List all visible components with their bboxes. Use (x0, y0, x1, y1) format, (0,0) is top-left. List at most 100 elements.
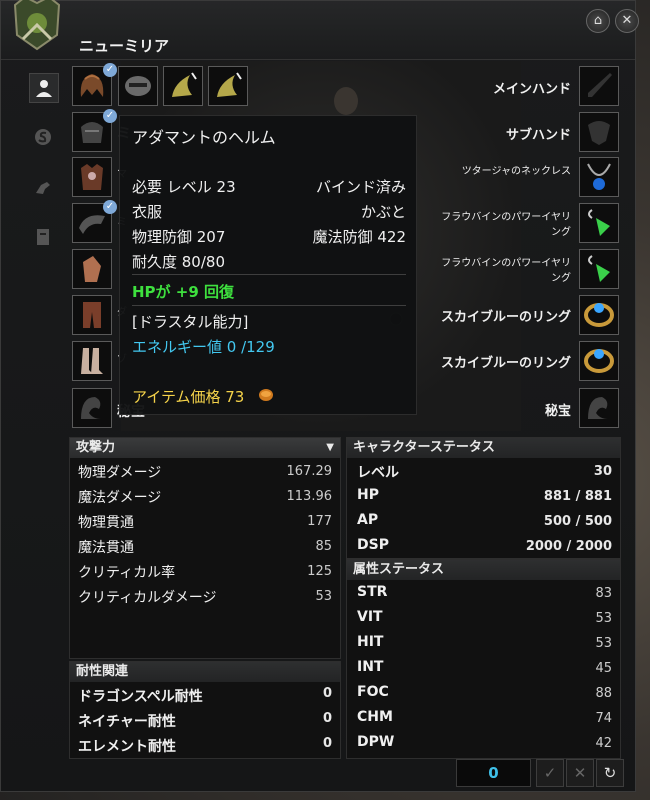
slot-label-necklace: ツタージャのネックレス (461, 166, 571, 177)
stat-label: レベル (357, 465, 399, 481)
stat-value: 83 (595, 586, 612, 601)
required-level: 必要 レベル 23 (132, 178, 236, 196)
armor-icon (81, 164, 103, 190)
divider (132, 305, 406, 306)
item-subtype: かぶと (360, 203, 406, 221)
currency-icon (35, 129, 51, 145)
earring-icon (588, 209, 610, 236)
equipped-check-icon: ✓ (103, 200, 117, 214)
stat-label: クリティカル率 (78, 565, 176, 581)
lock-button[interactable]: ⌂ (586, 9, 610, 33)
equipped-check-icon: ✓ (103, 109, 117, 123)
equip-slot-off-hand[interactable] (579, 112, 619, 152)
durability: 耐久度 80/80 (132, 253, 225, 271)
stat-value: 74 (595, 711, 612, 726)
equip-slot-artifact-left[interactable] (72, 388, 112, 428)
stat-value: 2000 / 2000 (525, 539, 612, 554)
stat-points-counter: 0 (456, 759, 531, 787)
stat-value: 45 (595, 661, 612, 676)
document-tab[interactable] (29, 223, 57, 251)
stat-value: 500 / 500 (543, 514, 612, 529)
shield-icon (588, 121, 610, 145)
mount-tab[interactable] (29, 173, 57, 201)
equip-slot-artifact-right[interactable] (579, 388, 619, 428)
stat-label: STR (357, 584, 388, 600)
equip-slot-ornament-1[interactable] (163, 66, 203, 106)
equip-slot-face[interactable] (118, 66, 158, 106)
mask-icon (125, 76, 151, 96)
stat-value: 53 (595, 636, 612, 651)
stat-label: VIT (357, 609, 383, 625)
sword-icon (588, 73, 612, 97)
boots-icon (81, 348, 103, 374)
attr-status-header: 属性ステータス (347, 560, 620, 580)
equip-slot-earring-2[interactable] (579, 249, 619, 289)
confirm-button[interactable]: ✓ (536, 759, 564, 787)
stat-value: 88 (595, 686, 612, 701)
slot-label-ring-2: スカイブルーのリング (440, 356, 571, 371)
equip-slot-ornament-2[interactable] (208, 66, 248, 106)
char-status-header: キャラクターステータス (347, 438, 620, 458)
equip-slot-boots[interactable] (72, 341, 112, 381)
stat-value: 0 (322, 711, 332, 726)
attack-panel: 攻撃力 ▼ 物理ダメージ 167.29 魔法ダメージ 113.96 物理貫通 1… (69, 437, 341, 659)
equipped-check-icon: ✓ (103, 63, 117, 77)
slot-label-main-hand: メインハンド (492, 82, 571, 97)
attack-dropdown[interactable]: 攻撃力 ▼ (70, 438, 340, 458)
stat-value: 85 (315, 539, 332, 554)
mount-icon (36, 182, 50, 194)
attack-header: 攻撃力 (76, 440, 116, 455)
close-icon: ✕ (621, 13, 633, 28)
slot-label-off-hand: サブハンド (505, 128, 571, 143)
slot-label-artifact-right: 秘宝 (544, 404, 571, 419)
equip-slot-ring-2[interactable] (579, 341, 619, 381)
lock-icon: ⌂ (593, 13, 603, 28)
slot-label-earring-1: フラウバインのパワーイヤリング (441, 212, 571, 238)
item-effect: HPが +9 回復 (132, 283, 234, 301)
equip-slot-ring-1[interactable] (579, 295, 619, 335)
stat-label: AP (357, 512, 379, 528)
artifact-icon (588, 397, 608, 419)
x-icon: ✕ (573, 764, 587, 782)
stat-label: HP (357, 487, 379, 503)
ability-header: [ドラスタル能力] (132, 313, 249, 331)
necklace-icon (587, 163, 611, 190)
character-tab[interactable] (29, 73, 59, 103)
stat-value: 0 (322, 686, 332, 701)
stat-label: 魔法ダメージ (78, 490, 162, 506)
equip-slot-necklace[interactable] (579, 157, 619, 197)
divider (132, 274, 406, 275)
coin-icon (259, 389, 273, 401)
artifact-icon (81, 397, 101, 419)
currency-tab[interactable] (29, 123, 57, 151)
equip-slot-armor[interactable] (72, 157, 112, 197)
item-name: アダマントのヘルム (132, 128, 276, 147)
equip-slot-gloves[interactable] (72, 249, 112, 289)
close-button[interactable]: ✕ (615, 9, 639, 33)
stat-label: ドラゴンスペル耐性 (78, 689, 203, 705)
stat-label: エレメント耐性 (78, 739, 176, 755)
person-icon (36, 80, 52, 97)
stat-value: 53 (595, 611, 612, 626)
equip-slot-pants[interactable] (72, 295, 112, 335)
pants-icon (83, 302, 101, 328)
energy-value: エネルギー値 0 /129 (132, 338, 275, 356)
reset-button[interactable]: ↻ (596, 759, 624, 787)
stat-label: INT (357, 659, 384, 675)
document-icon (37, 229, 49, 245)
ring-icon (584, 303, 614, 327)
equip-slot-earring-1[interactable] (579, 203, 619, 243)
cancel-button[interactable]: ✕ (566, 759, 594, 787)
stat-label: ネイチャー耐性 (78, 714, 176, 730)
binding-status: バインド済み (315, 178, 406, 196)
stat-label: 物理ダメージ (78, 465, 162, 481)
item-price: アイテム価格 73 (132, 388, 245, 406)
resistance-panel: 耐性関連 ドラゴンスペル耐性 0 ネイチャー耐性 0 エレメント耐性 0 (69, 661, 341, 759)
title-bar: ニューミリア ⌂ ✕ (1, 0, 639, 60)
stat-value: 881 / 881 (543, 489, 612, 504)
item-tooltip: アダマントのヘルム 必要 レベル 23 バインド済み 衣服 かぶと 物理防御 2… (119, 115, 417, 415)
physical-defense: 物理防御 207 (132, 228, 226, 246)
equip-slot-main-hand[interactable] (579, 66, 619, 106)
horn-icon (217, 72, 242, 97)
stat-value: 177 (307, 514, 332, 529)
